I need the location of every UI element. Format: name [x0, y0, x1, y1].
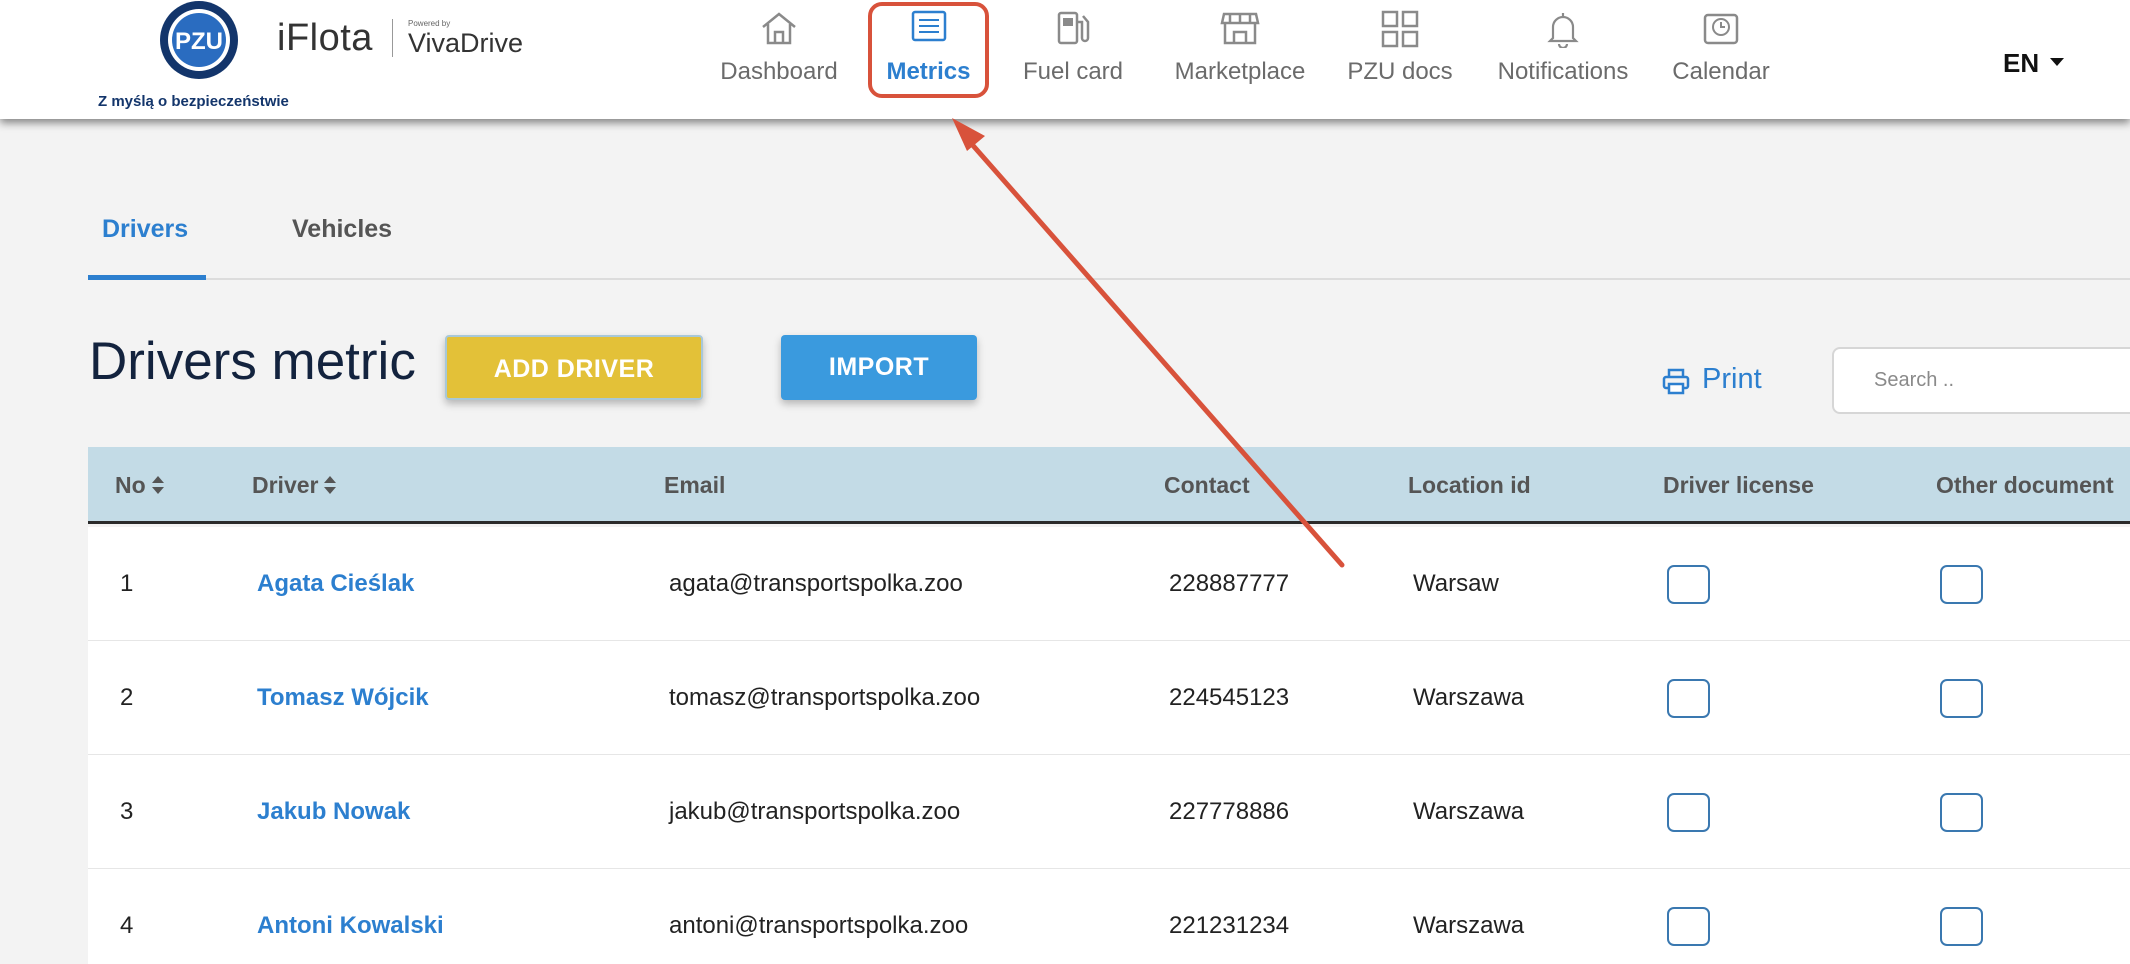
page-title: Drivers metric	[89, 332, 416, 391]
nav-label: Notifications	[1497, 58, 1629, 85]
tab-bar: Drivers Vehicles	[88, 204, 2130, 280]
column-header-driver-license: Driver license	[1663, 472, 1814, 498]
other-document-checkbox[interactable]	[1940, 679, 1983, 718]
nav-notifications[interactable]: Notifications	[1494, 0, 1632, 100]
sort-icon[interactable]	[151, 475, 164, 494]
calendar-icon	[1703, 13, 1739, 45]
other-document-checkbox[interactable]	[1940, 565, 1983, 604]
column-header-no[interactable]: No	[115, 447, 164, 524]
cell-no: 4	[120, 912, 134, 939]
cell-location: Warszawa	[1413, 912, 1525, 939]
driver-license-checkbox[interactable]	[1667, 679, 1710, 718]
cell-contact: 228887777	[1169, 570, 1290, 597]
cell-contact: 221231234	[1169, 912, 1290, 939]
nav-label: Fuel card	[1022, 58, 1124, 85]
driver-license-checkbox[interactable]	[1667, 907, 1710, 946]
fuel-pump-icon	[1057, 11, 1090, 45]
brand-tagline: Z myślą o bezpieczeństwie	[98, 93, 289, 110]
nav-label: Calendar	[1672, 58, 1770, 85]
store-icon	[1220, 12, 1260, 45]
nav-dashboard[interactable]: Dashboard	[718, 0, 840, 100]
bell-icon	[1547, 13, 1579, 48]
other-document-checkbox[interactable]	[1940, 907, 1983, 946]
grid-icon	[1381, 10, 1419, 48]
annotation-highlight	[868, 2, 989, 98]
column-label: No	[115, 472, 146, 498]
printer-icon	[1662, 368, 1690, 395]
cell-location: Warszawa	[1413, 798, 1525, 825]
column-label: Driver	[252, 472, 319, 498]
main-content: Drivers Vehicles Drivers metric ADD DRIV…	[88, 119, 2130, 964]
cell-email: antoni@transportspolka.zoo	[669, 912, 969, 939]
import-button[interactable]: IMPORT	[781, 335, 977, 400]
column-header-email: Email	[664, 472, 726, 498]
cell-no: 3	[120, 798, 134, 825]
search-input[interactable]	[1832, 347, 2130, 414]
add-driver-button[interactable]: ADD DRIVER	[445, 335, 703, 400]
column-header-location: Location id	[1408, 472, 1531, 498]
cell-no: 1	[120, 570, 134, 597]
nav-calendar[interactable]: Calendar	[1668, 0, 1774, 100]
cell-email: jakub@transportspolka.zoo	[669, 798, 961, 825]
tab-vehicles[interactable]: Vehicles	[278, 204, 406, 280]
driver-license-checkbox[interactable]	[1667, 565, 1710, 604]
partner-name: VivaDrive	[408, 28, 524, 58]
language-selector[interactable]: EN	[2003, 48, 2039, 79]
nav-pzu-docs[interactable]: PZU docs	[1344, 0, 1456, 100]
nav-marketplace[interactable]: Marketplace	[1170, 0, 1310, 100]
powered-by-label: Powered by	[408, 19, 451, 28]
cell-contact: 224545123	[1169, 684, 1290, 711]
cell-location: Warszawa	[1413, 684, 1525, 711]
sort-icon[interactable]	[324, 475, 337, 494]
column-header-other-document: Other document	[1936, 472, 2114, 498]
cell-location: Warsaw	[1413, 570, 1499, 597]
column-header-driver[interactable]: Driver	[252, 447, 337, 524]
logo-text: PZU	[175, 28, 223, 55]
column-header-contact: Contact	[1164, 472, 1250, 498]
chevron-down-icon[interactable]	[2050, 58, 2064, 66]
tab-drivers[interactable]: Drivers	[88, 204, 206, 280]
driver-name-link[interactable]: Jakub Nowak	[257, 755, 410, 869]
table-row: 1 Agata Cieślak agata@transportspolka.zo…	[88, 527, 2130, 641]
brand-divider	[392, 19, 393, 57]
cell-contact: 227778886	[1169, 798, 1290, 825]
nav-label: PZU docs	[1347, 58, 1453, 85]
home-icon	[762, 12, 796, 45]
table-row: 2 Tomasz Wójcik tomasz@transportspolka.z…	[88, 641, 2130, 755]
table-header: No Driver Email Contact Location id Driv…	[88, 447, 2130, 524]
driver-license-checkbox[interactable]	[1667, 793, 1710, 832]
nav-label: Marketplace	[1174, 58, 1306, 85]
top-header: PZU Z myślą o bezpieczeństwie iFlota Pow…	[0, 0, 2130, 119]
pzu-logo[interactable]: PZU	[158, 0, 240, 80]
nav-label: Dashboard	[720, 58, 838, 85]
nav-fuel-card[interactable]: Fuel card	[1018, 0, 1128, 100]
driver-name-link[interactable]: Agata Cieślak	[257, 527, 414, 641]
driver-name-link[interactable]: Tomasz Wójcik	[257, 641, 429, 755]
table-row: 3 Jakub Nowak jakub@transportspolka.zoo …	[88, 755, 2130, 869]
app-name[interactable]: iFlota	[277, 17, 373, 60]
cell-email: tomasz@transportspolka.zoo	[669, 684, 981, 711]
other-document-checkbox[interactable]	[1940, 793, 1983, 832]
driver-name-link[interactable]: Antoni Kowalski	[257, 869, 444, 964]
cell-email: agata@transportspolka.zoo	[669, 570, 963, 597]
table-row: 4 Antoni Kowalski antoni@transportspolka…	[88, 869, 2130, 964]
cell-no: 2	[120, 684, 134, 711]
print-label: Print	[1702, 363, 1762, 395]
